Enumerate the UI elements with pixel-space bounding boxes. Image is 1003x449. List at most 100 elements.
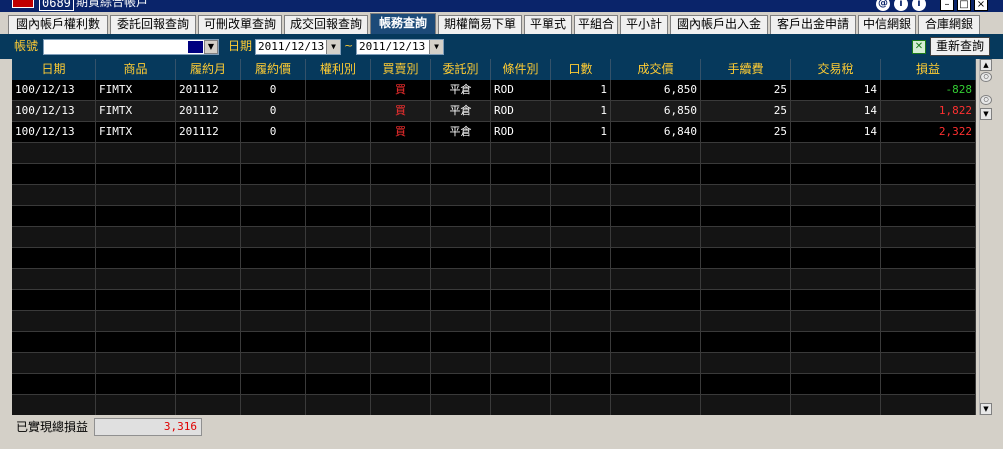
cell-product [96,395,176,415]
empty-row[interactable] [12,332,976,353]
cell-option-type [306,332,371,352]
column-header-order-type[interactable]: 委託別 [431,59,491,80]
cell-contract-month [176,185,241,205]
cell-date [12,164,96,184]
cell-fill-price [611,206,701,226]
info-icon[interactable]: i [894,0,908,11]
empty-row[interactable] [12,206,976,227]
cell-contract-month: 201112 [176,80,241,100]
empty-row[interactable] [12,248,976,269]
cell-lots [551,311,611,331]
account-dropdown-icon[interactable]: ▼ [204,40,218,54]
column-header-date[interactable]: 日期 [12,59,96,80]
cell-pnl [881,374,976,394]
cell-condition: ROD [491,122,551,142]
column-header-contract-month[interactable]: 履約月 [176,59,241,80]
tab-ctbc-bank[interactable]: 中信網銀 [858,15,916,34]
date-to-dropdown-icon[interactable]: ▼ [429,40,443,54]
empty-row[interactable] [12,311,976,332]
tab-account-query[interactable]: 帳務查詢 [370,13,436,34]
account-grid: 日期 商品 履約月 履約價 權利別 買賣別 委託別 條件別 口數 成交價 手續費 交易稅 損益 100/… [12,59,976,415]
cell-pnl: 2,322 [881,122,976,142]
date-to-input[interactable]: 2011/12/13 ▼ [356,39,444,55]
cell-buy-sell: 買 [371,80,431,100]
column-header-buy-sell[interactable]: 買賣別 [371,59,431,80]
empty-row[interactable] [12,374,976,395]
cell-date [12,311,96,331]
cell-buy-sell [371,311,431,331]
cell-lots [551,353,611,373]
column-header-condition[interactable]: 條件別 [491,59,551,80]
cell-strike-price [241,143,306,163]
cell-fill-price [611,185,701,205]
cell-fee [701,311,791,331]
cell-contract-month [176,395,241,415]
empty-row[interactable] [12,227,976,248]
scroll-thumb-icon[interactable]: ○ [980,95,992,105]
scroll-down-small-icon[interactable]: ▼ [980,108,992,120]
cell-product [96,164,176,184]
table-row[interactable]: 100/12/13 FIMTX 201112 0 買平倉 ROD 1 6,840 25 14 2,3… [12,122,976,143]
column-header-fill-price[interactable]: 成交價 [611,59,701,80]
tab-domestic-equity[interactable]: 國內帳戶權利數 [8,15,108,34]
tab-close-combo[interactable]: 平組合 [574,15,618,34]
cell-lots [551,143,611,163]
empty-row[interactable] [12,143,976,164]
close-button[interactable]: × [974,0,988,11]
column-header-pnl[interactable]: 損益 [881,59,976,80]
tab-close-single[interactable]: 平單式 [524,15,572,34]
scroll-down-icon[interactable]: ▼ [980,403,992,415]
date-from-dropdown-icon[interactable]: ▼ [326,40,340,54]
cell-fill-price [611,227,701,247]
cell-option-type [306,101,371,121]
cell-strike-price [241,395,306,415]
cell-fee [701,185,791,205]
realized-pnl-value: 3,316 [94,418,202,436]
excel-export-icon[interactable]: ✕ [912,40,926,54]
cell-option-type [306,227,371,247]
cell-strike-price [241,311,306,331]
tab-amendable-orders[interactable]: 可刪改單查詢 [198,15,282,34]
tab-tcb-bank[interactable]: 合庫網銀 [918,15,980,34]
scroll-thumb-top-icon[interactable]: ○ [980,72,992,82]
empty-row[interactable] [12,290,976,311]
tab-close-subtotal[interactable]: 平小計 [620,15,668,34]
cell-product [96,311,176,331]
tab-order-report[interactable]: 委託回報查詢 [110,15,196,34]
cell-pnl [881,143,976,163]
column-header-product[interactable]: 商品 [96,59,176,80]
cell-lots: 1 [551,101,611,121]
empty-row[interactable] [12,164,976,185]
column-header-strike-price[interactable]: 履約價 [241,59,306,80]
empty-row[interactable] [12,269,976,290]
cell-buy-sell [371,269,431,289]
table-row[interactable]: 100/12/13 FIMTX 201112 0 買平倉 ROD 1 6,850 25 14 -82… [12,80,976,101]
scroll-up-icon[interactable]: ▲ [980,59,992,71]
minimize-button[interactable]: – [940,0,954,11]
column-header-tax[interactable]: 交易稅 [791,59,881,80]
tab-fill-report[interactable]: 成交回報查詢 [284,15,368,34]
tab-withdraw-request[interactable]: 客戶出金申請 [770,15,856,34]
tab-deposit-withdraw[interactable]: 國內帳戶出入金 [670,15,768,34]
requery-button[interactable]: 重新查詢 [930,37,990,56]
tab-quick-order[interactable]: 期權簡易下單 [438,15,522,34]
empty-row[interactable] [12,353,976,374]
table-row[interactable]: 100/12/13 FIMTX 201112 0 買平倉 ROD 1 6,850 25 14 1,8… [12,101,976,122]
help-icon[interactable]: @ [876,0,890,11]
info-icon-2[interactable]: i [912,0,926,11]
empty-row[interactable] [12,395,976,415]
column-header-fee[interactable]: 手續費 [701,59,791,80]
cell-strike-price [241,248,306,268]
cell-order-type [431,290,491,310]
date-from-input[interactable]: 2011/12/13 ▼ [255,39,341,55]
column-header-lots[interactable]: 口數 [551,59,611,80]
cell-date: 100/12/13 [12,101,96,121]
cell-contract-month [176,311,241,331]
cell-date [12,290,96,310]
maximize-button[interactable]: □ [957,0,971,11]
grid-scrollbar[interactable]: ▲ ○ ○ ▼ ▼ [979,59,992,415]
empty-row[interactable] [12,185,976,206]
cell-fill-price [611,395,701,415]
cell-order-type [431,353,491,373]
column-header-option-type[interactable]: 權利別 [306,59,371,80]
